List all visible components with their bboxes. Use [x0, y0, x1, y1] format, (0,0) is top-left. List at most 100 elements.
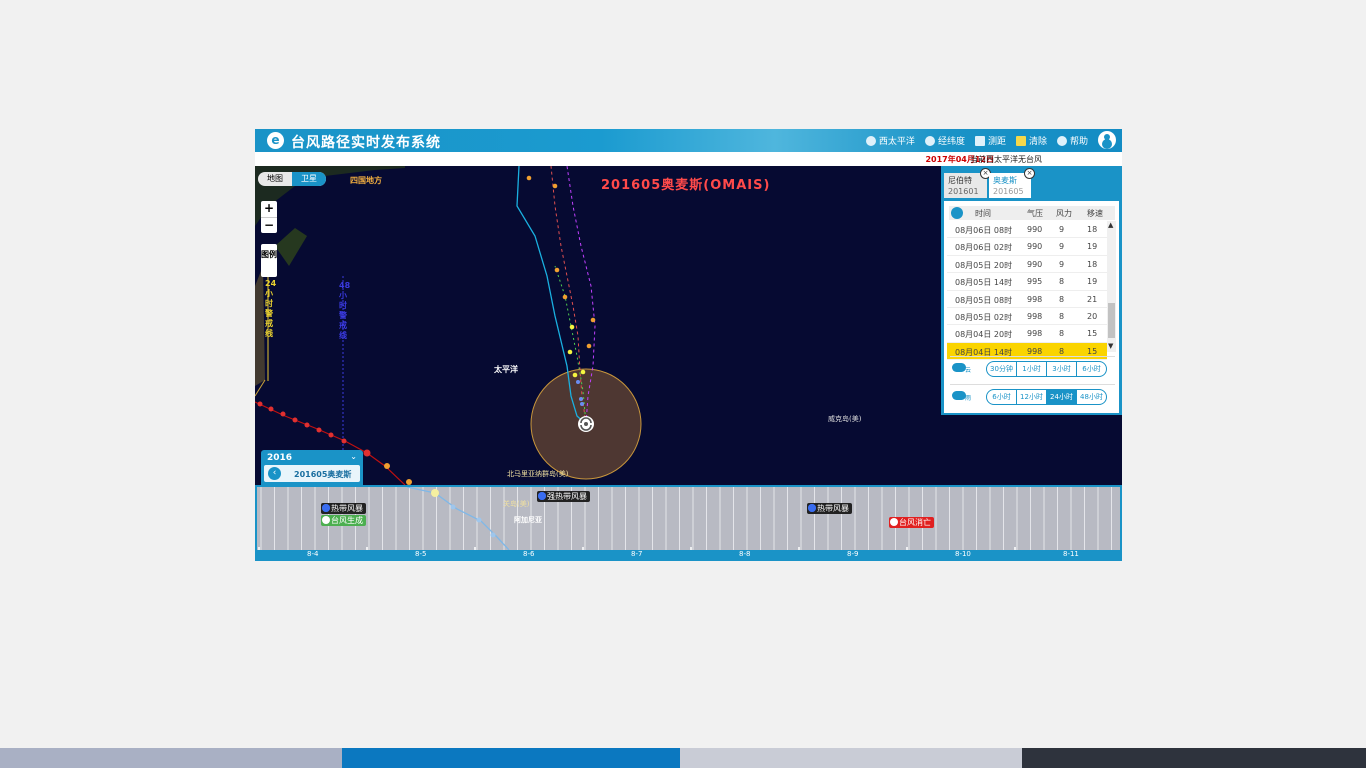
cell-speed: 18	[1087, 259, 1098, 269]
header-wind: 风力	[1056, 209, 1072, 218]
event-severe-tropical-storm[interactable]: 强热带风暴	[537, 491, 590, 502]
logo-icon: e	[267, 132, 284, 149]
panel-body: 时间 气压 风力 移速 08月06日 08时 990 9 18 08月06日 02时 99…	[944, 201, 1119, 413]
chevron-down-icon[interactable]: ⌄	[350, 452, 357, 461]
timeline-grid	[258, 487, 1112, 553]
scroll-down-icon[interactable]: ▼	[1108, 342, 1113, 350]
help-icon	[1056, 135, 1067, 146]
tool-clear[interactable]: 清除	[1015, 134, 1047, 147]
timeline-date-label: 8-6	[523, 550, 535, 558]
timeline-date-label: 8-4	[307, 550, 319, 558]
selected-storm-row[interactable]: ‹ 201605奥麦斯	[264, 465, 360, 482]
table-row[interactable]: 08月05日 08时 998 8 21	[947, 291, 1107, 308]
tab-storm-201601[interactable]: 尼伯特 201601 ×	[944, 168, 991, 198]
cell-wind: 8	[1059, 277, 1065, 287]
land-shikoku	[275, 228, 307, 266]
label-mariana: 北马里亚纳群岛(美)	[507, 470, 569, 478]
table-row[interactable]: 08月05日 02时 998 8 20	[947, 308, 1107, 326]
cell-pressure: 998	[1027, 311, 1043, 321]
broom-icon	[1015, 135, 1026, 146]
scroll-thumb[interactable]	[1108, 303, 1115, 338]
cell-speed: 19	[1087, 242, 1098, 252]
cell-pressure: 998	[1027, 294, 1043, 304]
cell-wind: 9	[1059, 242, 1065, 252]
back-arrow-icon[interactable]: ‹	[268, 467, 281, 480]
table-row[interactable]: 08月06日 02时 990 9 19	[947, 238, 1107, 256]
cloud-option[interactable]: 1小时	[1016, 362, 1046, 376]
label-ocean: 太平洋	[494, 365, 518, 374]
cell-wind: 8	[1059, 311, 1065, 321]
cell-time: 08月05日 14时	[955, 278, 1013, 288]
tool-measure[interactable]: 测距	[974, 134, 1006, 147]
event-typhoon-dissipate[interactable]: 台风消亡	[889, 517, 934, 528]
table-row[interactable]: 08月04日 20时 998 8 15	[947, 325, 1107, 343]
tab-storm-201605[interactable]: 奥麦斯 201605 ×	[989, 168, 1035, 198]
bottom-segment	[0, 748, 342, 768]
timeline[interactable]: 热带风暴 台风生成 强热带风暴 热带风暴 台风消亡 关岛(美) 阿加尼亚 8-4…	[255, 485, 1122, 561]
table-row[interactable]: 08月05日 20时 990 9 18	[947, 256, 1107, 274]
tab-map[interactable]: 地图	[258, 172, 292, 186]
close-icon[interactable]: ×	[1024, 168, 1035, 179]
typhoon-status: 当前西太平洋无台风	[970, 155, 1042, 164]
timeline-date-label: 8-5	[415, 550, 427, 558]
legend-button[interactable]: 图例	[261, 244, 277, 277]
app-header: e 台风路径实时发布系统 西太平洋 经纬度 测距 清除 帮助	[255, 129, 1122, 152]
timeline-axis: 8-4 8-5 8-6 8-7 8-8 8-9 8-10 8-11	[257, 550, 1120, 559]
event-typhoon-genesis[interactable]: 台风生成	[321, 515, 366, 526]
scroll-up-icon[interactable]: ▲	[1108, 221, 1113, 229]
rain-option[interactable]: 24小时	[1046, 390, 1076, 404]
cell-speed: 21	[1087, 294, 1098, 304]
cloud-option[interactable]: 3小时	[1046, 362, 1076, 376]
rain-interval-group: 6小时 12小时 24小时 48小时	[986, 389, 1107, 405]
rain-option[interactable]: 12小时	[1016, 390, 1046, 404]
cell-speed: 15	[1087, 329, 1098, 339]
cell-pressure: 990	[1027, 225, 1043, 234]
ruler-icon	[974, 135, 985, 146]
map-type-toggle: 地图 卫星	[258, 172, 326, 186]
cell-wind: 9	[1059, 259, 1065, 269]
track-point	[490, 532, 496, 538]
cloud-option[interactable]: 6小时	[1076, 362, 1106, 376]
header-pressure: 气压	[1027, 209, 1043, 218]
globe-icon	[865, 135, 876, 146]
grid-globe-icon	[924, 135, 935, 146]
track-table: 08月06日 08时 990 9 18 08月06日 02时 990 9 19 08月05日 2…	[947, 221, 1107, 361]
event-tropical-storm-2[interactable]: 热带风暴	[807, 503, 852, 514]
timeline-date-label: 8-11	[1063, 550, 1079, 558]
timeline-date-label: 8-9	[847, 550, 859, 558]
user-icon[interactable]	[1098, 131, 1116, 149]
selected-storm-name: 201605奥麦斯	[294, 470, 352, 479]
cell-wind: 8	[1059, 329, 1065, 339]
cell-pressure: 998	[1027, 329, 1043, 339]
rain-options: 雨 6小时 12小时 24小时 48小时	[950, 384, 1115, 407]
cloud-option[interactable]: 30分钟	[987, 362, 1016, 376]
typhoon-app: e 台风路径实时发布系统 西太平洋 经纬度 测距 清除 帮助 2017年04月1…	[255, 129, 1122, 561]
table-scrollbar[interactable]: ▲ ▼	[1107, 221, 1116, 352]
cell-speed: 18	[1087, 225, 1098, 234]
cell-speed: 19	[1087, 277, 1098, 287]
table-header: 时间 气压 风力 移速	[949, 206, 1115, 220]
land-kyushu	[255, 266, 265, 386]
tool-latlon[interactable]: 经纬度	[924, 134, 965, 147]
track-point	[450, 504, 456, 510]
timeline-date-label: 8-7	[631, 550, 643, 558]
event-tropical-storm-1[interactable]: 热带风暴	[321, 503, 366, 514]
zoom-out-button[interactable]: −	[261, 218, 277, 234]
zoom-in-button[interactable]: +	[261, 201, 277, 218]
table-row[interactable]: 08月05日 14时 995 8 19	[947, 273, 1107, 291]
cell-pressure: 998	[1027, 346, 1043, 356]
tool-west-pacific[interactable]: 西太平洋	[865, 134, 915, 147]
rain-option[interactable]: 6小时	[987, 390, 1016, 404]
cell-wind: 8	[1059, 346, 1065, 356]
label-region: 四国地方	[350, 176, 382, 185]
cell-time: 08月05日 02时	[955, 312, 1013, 322]
tab-satellite[interactable]: 卫星	[292, 172, 326, 186]
cell-wind: 8	[1059, 294, 1065, 304]
table-row[interactable]: 08月06日 08时 990 9 18	[947, 221, 1107, 239]
tool-help[interactable]: 帮助	[1056, 134, 1088, 147]
previous-typhoon-track-lower	[406, 487, 510, 551]
bottom-segment	[342, 748, 680, 768]
storm-title: 201605奥麦斯(OMAIS)	[601, 178, 771, 193]
track-point	[431, 489, 439, 497]
rain-option[interactable]: 48小时	[1076, 390, 1106, 404]
